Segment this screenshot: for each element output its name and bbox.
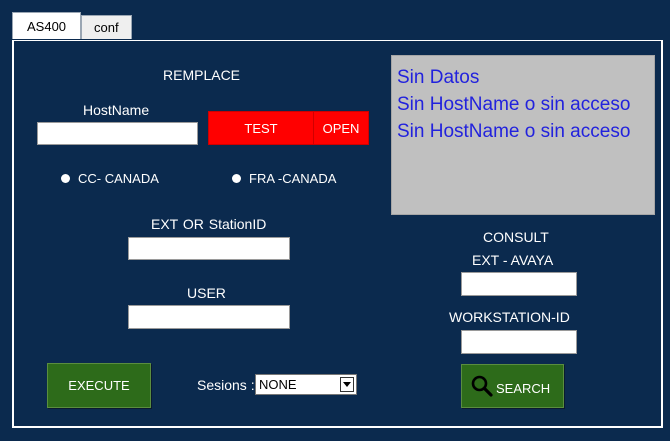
tab-bar: AS400 conf xyxy=(12,12,132,41)
status-message-box: Sin Datos Sin HostName o sin acceso Sin … xyxy=(391,55,655,215)
sessions-label: Sesions : xyxy=(197,377,255,393)
workstation-id-label: WORKSTATION-ID xyxy=(449,309,570,325)
radio-label: CC- CANADA xyxy=(78,171,159,186)
magnifier-icon xyxy=(471,375,493,397)
radio-fra-canada[interactable]: FRA -CANADA xyxy=(232,171,336,186)
radio-label: FRA -CANADA xyxy=(249,171,337,186)
search-label: SEARCH xyxy=(496,380,551,396)
search-button[interactable]: SEARCH xyxy=(461,364,564,408)
ext-avaya-input[interactable] xyxy=(461,272,577,296)
hostname-input[interactable] xyxy=(37,122,198,145)
remplace-heading: REMPLACE xyxy=(163,67,241,83)
tab-conf[interactable]: conf xyxy=(81,15,132,39)
tab-as400[interactable]: AS400 xyxy=(12,12,82,39)
test-button[interactable]: TEST xyxy=(208,111,314,145)
chevron-down-icon[interactable] xyxy=(340,377,354,392)
radio-circle-icon xyxy=(61,174,70,183)
user-label: USER xyxy=(187,285,226,301)
status-line: Sin HostName o sin acceso xyxy=(397,121,631,142)
status-line: Sin HostName o sin acceso xyxy=(397,94,631,115)
hostname-label: HostName xyxy=(83,102,150,118)
user-input[interactable] xyxy=(128,305,290,329)
consult-heading: CONSULT xyxy=(483,229,549,245)
sessions-select[interactable]: NONE xyxy=(255,374,357,395)
radio-cc-canada[interactable]: CC- CANADA xyxy=(61,171,159,186)
workstation-id-input[interactable] xyxy=(461,330,577,354)
ext-station-input[interactable] xyxy=(128,237,290,260)
status-line: Sin Datos xyxy=(397,67,480,88)
sessions-value: NONE xyxy=(259,377,297,392)
execute-button[interactable]: EXECUTE xyxy=(47,363,151,408)
ext-station-label: EXT OR StationID xyxy=(151,216,267,232)
open-button[interactable]: OPEN xyxy=(313,111,369,145)
radio-circle-icon xyxy=(232,174,241,183)
ext-avaya-label: EXT - AVAYA xyxy=(472,252,554,268)
